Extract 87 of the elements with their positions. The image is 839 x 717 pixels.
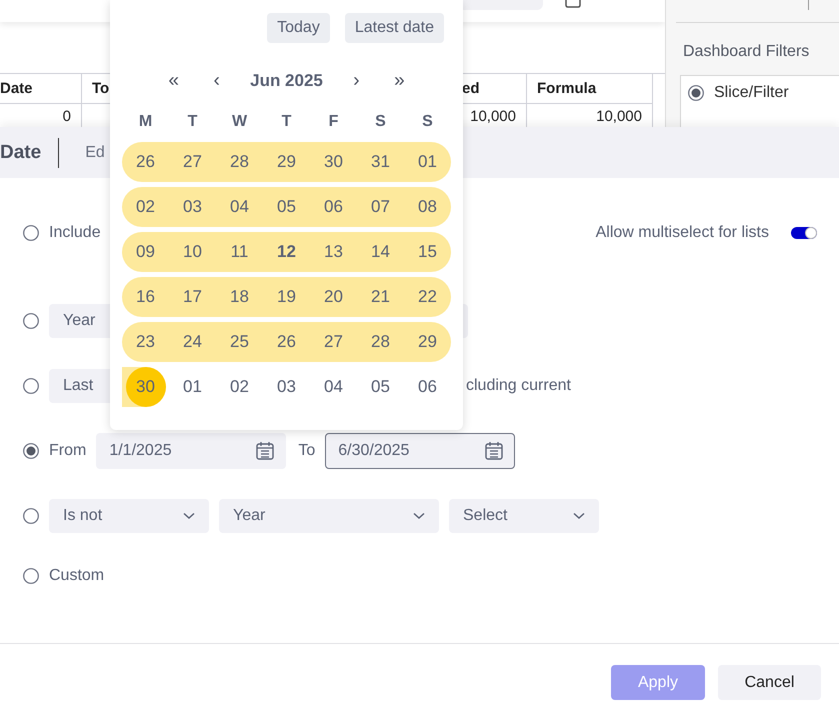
radio-button[interactable] (23, 443, 39, 459)
panel-title: Dashboard Filters (683, 43, 810, 61)
table-cell: 10,000 (470, 108, 516, 124)
weekday-label: F (328, 112, 340, 132)
weekday-label: S (374, 112, 387, 132)
calendar-day[interactable]: 03 (169, 186, 216, 226)
dropdown[interactable]: Select (449, 499, 599, 533)
calendar-day[interactable]: 04 (216, 186, 263, 226)
calendar-day[interactable]: 28 (216, 142, 263, 182)
table-cell: 0 (62, 108, 71, 124)
radio-button[interactable] (688, 85, 704, 101)
option-label: Custom (49, 567, 104, 585)
calendar-day[interactable]: 28 (357, 322, 404, 362)
multiselect-label: Allow multiselect for lists (596, 224, 769, 242)
calendar-day[interactable]: 08 (404, 186, 451, 226)
calendar-day[interactable]: 11 (216, 232, 263, 272)
calendar-day[interactable]: 19 (263, 276, 310, 316)
calendar-day[interactable]: 29 (263, 142, 310, 182)
calendar-day[interactable]: 13 (310, 232, 357, 272)
chevron-down-icon (573, 512, 585, 520)
to-label: To (298, 442, 316, 460)
calendar-day[interactable]: 14 (357, 232, 404, 272)
calendar-day[interactable]: 02 (122, 186, 169, 226)
from-label: From (49, 442, 86, 460)
calendar-day[interactable]: 06 (310, 186, 357, 226)
dropdown[interactable]: Is not (49, 499, 209, 533)
calendar-day[interactable]: 01 (169, 366, 216, 406)
calendar-day[interactable]: 15 (404, 232, 451, 272)
calendar-day[interactable]: 03 (263, 366, 310, 406)
weekday-label: T (280, 112, 292, 132)
calendar-day[interactable]: 12 (263, 232, 310, 272)
calendar-day[interactable]: 01 (404, 142, 451, 182)
checkbox[interactable] (565, 0, 581, 8)
weekday-label: T (186, 112, 198, 132)
weekday-label: W (230, 112, 248, 132)
radio-button[interactable] (23, 568, 39, 584)
calendar-day[interactable]: 21 (357, 276, 404, 316)
calendar-day[interactable]: 20 (310, 276, 357, 316)
column-header: Date (0, 74, 82, 104)
radio-button[interactable] (23, 508, 39, 524)
date-field[interactable]: 6/30/2025 (325, 433, 516, 469)
shortcut-button[interactable]: Today (267, 13, 330, 43)
calendar-day[interactable]: 26 (263, 322, 310, 362)
toggle-switch[interactable] (791, 227, 817, 239)
weekday-label: M (138, 112, 154, 132)
calendar-day[interactable]: 24 (169, 322, 216, 362)
calendar-day[interactable]: 31 (357, 142, 404, 182)
calendar-day[interactable]: 22 (404, 276, 451, 316)
calendar-day[interactable]: 05 (263, 186, 310, 226)
chevron-down-icon (183, 512, 195, 520)
calendar-day[interactable]: 18 (216, 276, 263, 316)
radio-button[interactable] (23, 378, 39, 394)
calendar-day[interactable]: 05 (357, 366, 404, 406)
option-label: cluding current (466, 377, 571, 395)
calendar-day[interactable]: 06 (404, 366, 451, 406)
table-cell: 10,000 (596, 108, 642, 124)
shortcut-button[interactable]: Latest date (344, 13, 444, 43)
calendar-day[interactable]: 10 (169, 232, 216, 272)
tab[interactable]: Date (0, 142, 42, 164)
dropdown[interactable]: Year (219, 499, 439, 533)
month-title: Jun 2025 (249, 71, 324, 91)
tab[interactable]: Ed (85, 144, 105, 162)
calendar-icon[interactable] (484, 441, 504, 461)
chevron-down-icon (413, 512, 425, 520)
calendar-day[interactable]: 27 (169, 142, 216, 182)
weekday-label: S (421, 112, 434, 132)
calendar-day[interactable]: 02 (216, 366, 263, 406)
cancel-button[interactable]: Cancel (718, 665, 821, 700)
calendar-day[interactable]: 29 (404, 322, 451, 362)
calendar-day[interactable]: 27 (310, 322, 357, 362)
calendar-day[interactable]: 16 (122, 276, 169, 316)
calendar-day[interactable]: 25 (216, 322, 263, 362)
radio-button[interactable] (23, 225, 39, 241)
calendar-day[interactable]: 09 (122, 232, 169, 272)
calendar-day[interactable]: 17 (169, 276, 216, 316)
calendar-day[interactable]: 23 (122, 322, 169, 362)
date-field[interactable]: 1/1/2025 (96, 433, 286, 469)
column-header: Formula (527, 74, 653, 104)
calendar-day[interactable]: 30 (310, 142, 357, 182)
filter-mode-label: Slice/Filter (714, 84, 789, 102)
calendar-day[interactable]: 30 (122, 366, 169, 406)
calendar-day[interactable]: 07 (357, 186, 404, 226)
radio-button[interactable] (23, 313, 39, 329)
calendar-icon[interactable] (255, 441, 276, 461)
option-label: Include (49, 224, 101, 242)
calendar-day[interactable]: 26 (122, 142, 169, 182)
calendar-day[interactable]: 04 (310, 366, 357, 406)
